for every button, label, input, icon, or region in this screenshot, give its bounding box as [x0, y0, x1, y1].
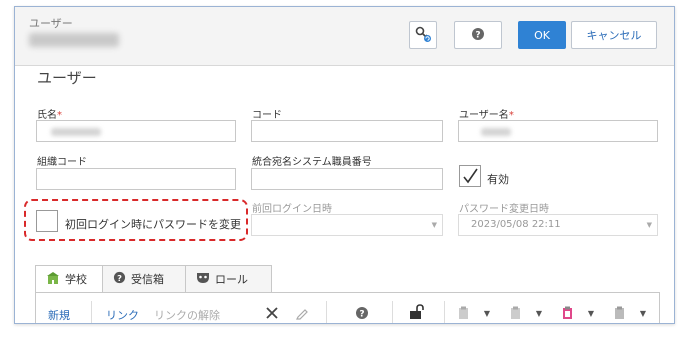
new-button[interactable]: 新規	[48, 307, 70, 323]
school-icon	[46, 271, 60, 288]
key-sync-button[interactable]	[409, 21, 437, 49]
dialog-header: ユーザー ? OK キャンセル	[15, 7, 674, 66]
tab-panel: 新規 リンク リンクの解除 ? ▼ ▼ ▼ ▼	[35, 292, 660, 323]
staff-number-input[interactable]	[251, 168, 443, 190]
svg-text:?: ?	[475, 30, 480, 40]
dropdown-caret-icon: ▼	[431, 221, 437, 229]
clipboard-icon[interactable]	[612, 305, 626, 321]
ok-button[interactable]: OK	[518, 21, 566, 49]
org-code-label: 組織コード	[37, 157, 87, 168]
help-button[interactable]: ?	[454, 21, 502, 49]
toolbar-divider	[91, 301, 92, 323]
link-button[interactable]: リンク	[106, 307, 139, 323]
tab-school-label: 学校	[65, 273, 87, 286]
tab-role-label: ロール	[215, 273, 248, 286]
chevron-down-icon[interactable]: ▼	[586, 305, 596, 321]
clipboard-pink-icon[interactable]	[560, 305, 574, 321]
username-input[interactable]	[458, 120, 658, 142]
delete-icon[interactable]	[264, 305, 280, 321]
staff-number-label: 統合宛名システム職員番号	[252, 157, 372, 168]
toolbar-divider	[326, 301, 327, 323]
help-icon: ?	[471, 27, 485, 44]
code-label: コード	[252, 110, 282, 121]
toolbar-divider	[444, 301, 445, 323]
dropdown-caret-icon: ▼	[646, 221, 652, 229]
username-label: ユーザー名*	[459, 110, 514, 121]
org-code-input[interactable]	[36, 168, 236, 190]
code-input[interactable]	[251, 120, 443, 142]
name-input[interactable]	[36, 120, 236, 142]
tab-role[interactable]: ロール	[185, 265, 272, 293]
clipboard-icon[interactable]	[508, 305, 522, 321]
blurred-username-value	[481, 128, 511, 136]
chevron-down-icon[interactable]: ▼	[534, 305, 544, 321]
blurred-record-name	[29, 33, 119, 47]
first-login-pw-change-checkbox[interactable]	[36, 210, 58, 232]
edit-icon[interactable]	[294, 305, 310, 321]
role-icon	[196, 272, 210, 287]
chevron-down-icon[interactable]: ▼	[482, 305, 492, 321]
unlock-icon[interactable]	[408, 303, 426, 321]
svg-text:?: ?	[359, 310, 364, 320]
last-login-field: ▼	[251, 214, 443, 236]
page-title: ユーザー	[37, 69, 97, 87]
tabs-area: 学校 ? 受信箱 ロール 新規 リンク リンクの解除 ? ▼ ▼ ▼ ▼	[35, 265, 660, 323]
svg-text:?: ?	[117, 273, 122, 283]
cancel-button[interactable]: キャンセル	[571, 21, 657, 49]
last-login-label: 前回ログイン日時	[252, 204, 332, 215]
pw-changed-field: 2023/05/08 22:11 ▼	[458, 214, 658, 236]
help-icon[interactable]: ?	[354, 305, 370, 321]
enabled-checkbox[interactable]	[459, 165, 481, 187]
user-dialog: ユーザー ? OK キャンセル ユーザー 氏名* コード ユーザー名* 組織コー…	[14, 6, 675, 324]
first-login-pw-change-label: 初回ログイン時にパスワードを変更	[65, 218, 241, 231]
unlink-button[interactable]: リンクの解除	[154, 307, 220, 323]
chevron-down-icon[interactable]: ▼	[638, 305, 648, 321]
clipboard-icon[interactable]	[456, 305, 470, 321]
tab-inbox-label: 受信箱	[131, 273, 164, 286]
help-icon: ?	[113, 271, 126, 287]
window-title: ユーザー	[29, 17, 73, 30]
pw-changed-value: 2023/05/08 22:11	[471, 219, 561, 230]
toolbar-divider	[392, 301, 393, 323]
tab-school[interactable]: 学校	[35, 265, 103, 293]
name-label: 氏名*	[37, 110, 62, 121]
tab-inbox[interactable]: ? 受信箱	[102, 265, 186, 293]
blurred-name-value	[51, 128, 101, 136]
key-sync-icon	[414, 25, 432, 46]
enabled-label: 有効	[487, 173, 509, 186]
pw-changed-label: パスワード変更日時	[459, 204, 549, 215]
